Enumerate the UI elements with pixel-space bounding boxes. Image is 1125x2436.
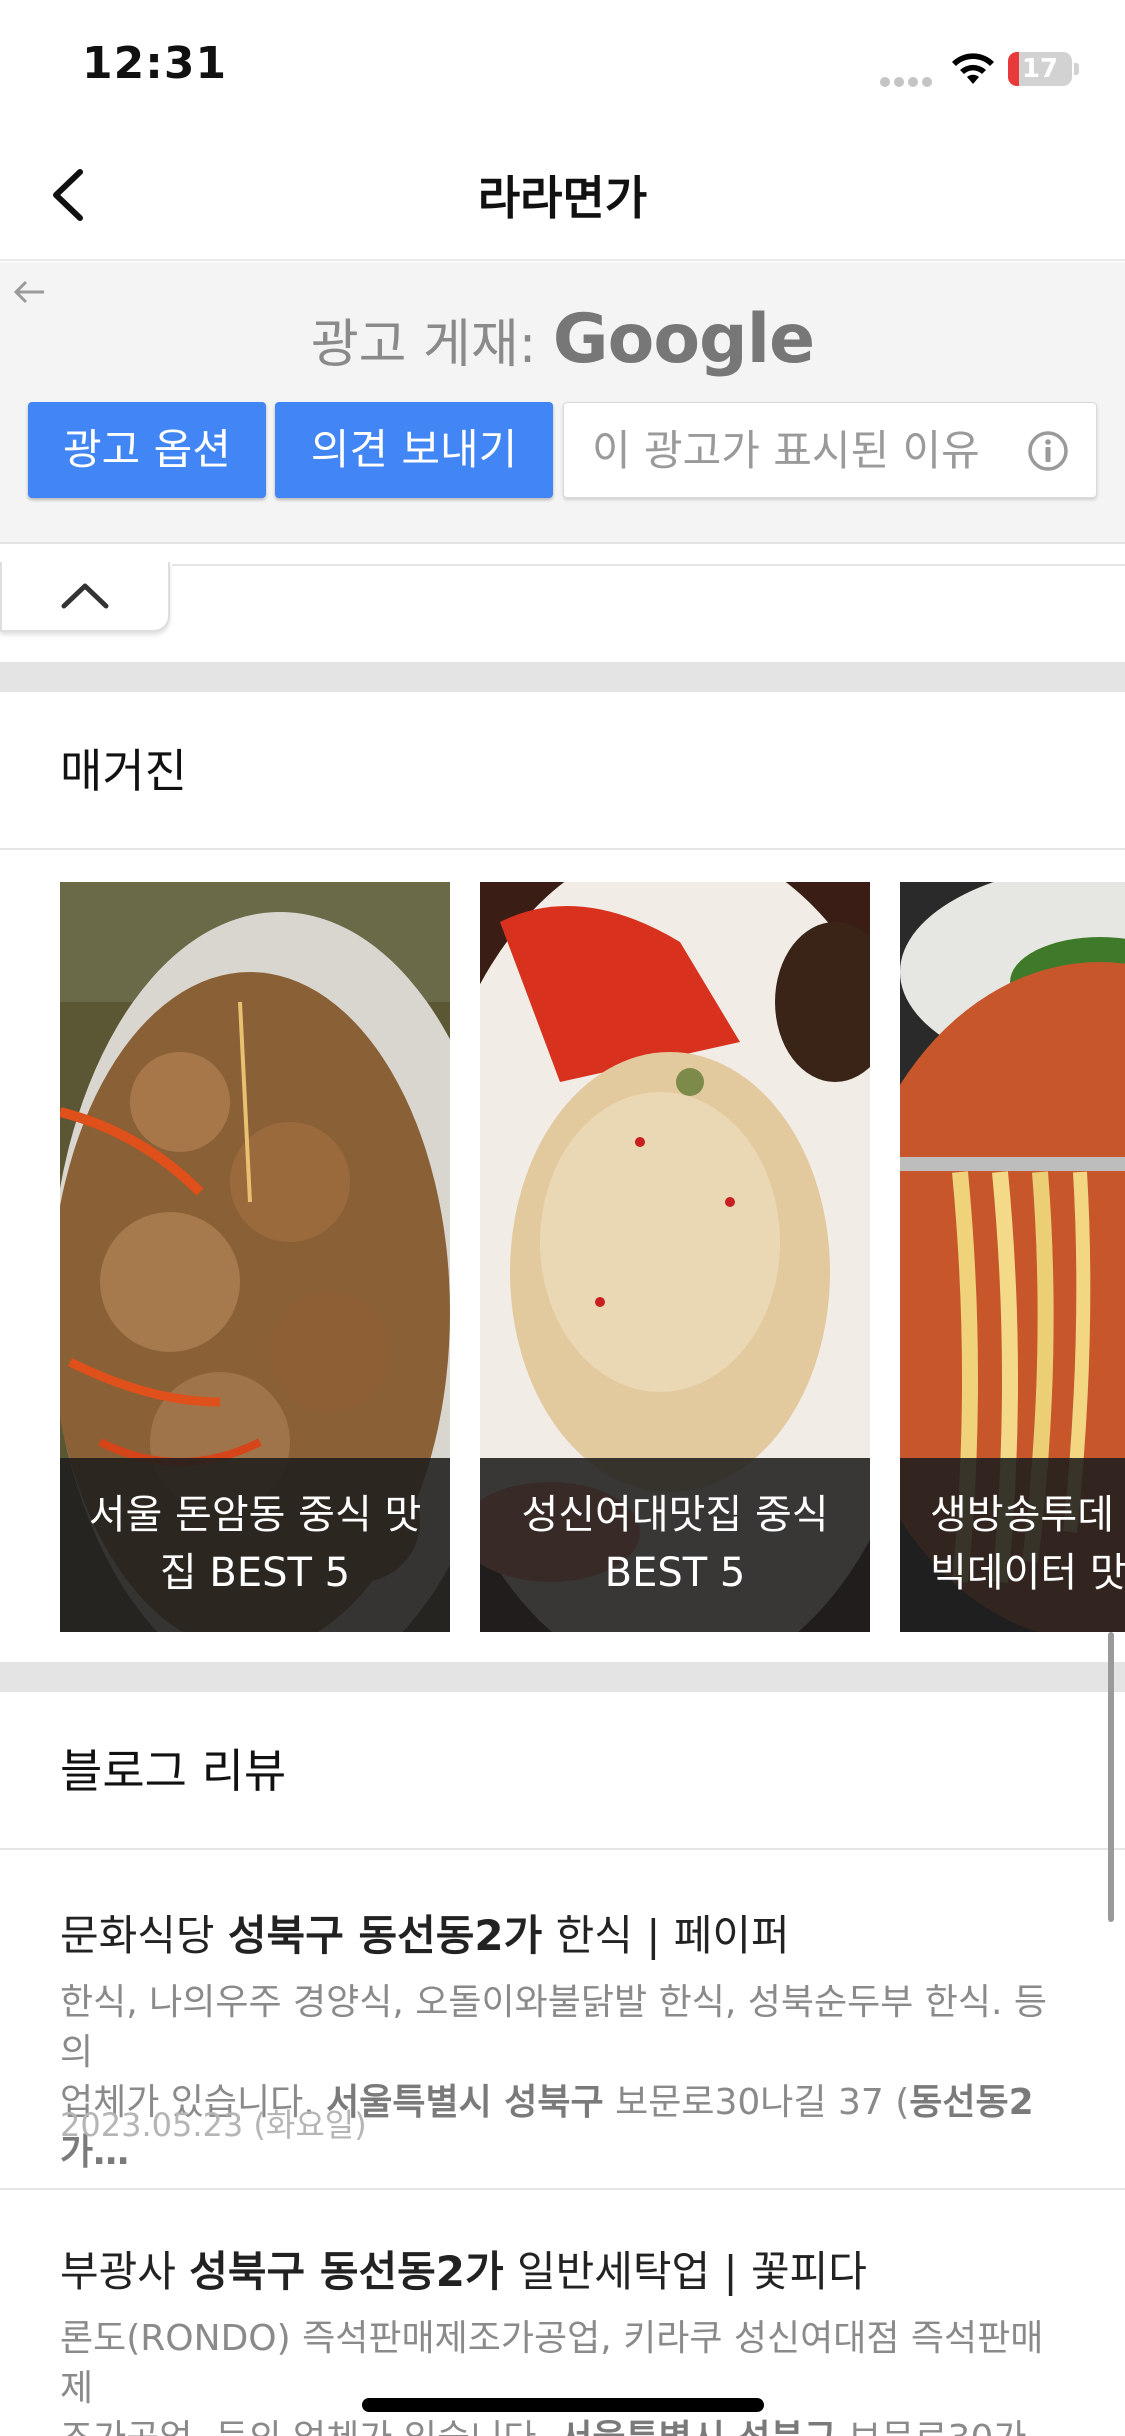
section-divider	[0, 1662, 1125, 1692]
blog-review-description: 론도(RONDO) 즉석판매제조가공업, 키라쿠 성신여대점 즉석판매제 조가공…	[60, 2314, 1070, 2436]
status-bar: 12:31 17	[0, 0, 1125, 135]
magazine-card-caption: 생방송투데 빅데이터 맛	[900, 1458, 1125, 1632]
blog-review-item[interactable]: 문화식당 성북구 동선동2가 한식 | 페이퍼 한식, 나의우주 경양식, 오돌…	[0, 1852, 1125, 2190]
caption-line: 서울 돈암동 중식 맛	[88, 1492, 422, 1538]
caption-line: BEST 5	[604, 1550, 746, 1596]
magazine-card-caption: 서울 돈암동 중식 맛 집 BEST 5	[60, 1458, 450, 1632]
ad-panel: 광고 게재: Google 광고 옵션 의견 보내기 이 광고가 표시된 이유	[0, 262, 1125, 544]
magazine-card[interactable]: 성신여대맛집 중식 BEST 5	[480, 882, 870, 1632]
blog-section-header: 블로그 리뷰	[0, 1692, 1125, 1850]
google-logo: Google	[552, 300, 815, 379]
home-indicator[interactable]	[362, 2398, 764, 2412]
why-this-ad-button[interactable]: 이 광고가 표시된 이유	[563, 402, 1097, 498]
caption-line: 집 BEST 5	[159, 1550, 351, 1596]
blog-review-title: 문화식당 성북구 동선동2가 한식 | 페이퍼	[60, 1902, 790, 1963]
title-highlight: 성북구 동선동2가	[227, 1911, 543, 1960]
magazine-section-header: 매거진	[0, 692, 1125, 850]
magazine-card[interactable]: 생방송투데 빅데이터 맛	[900, 882, 1125, 1632]
magazine-card[interactable]: 서울 돈암동 중식 맛 집 BEST 5	[60, 882, 450, 1632]
description-line: 조가공업. 등의 업체가 있습니다. 서울특별시 성북구 보문로30가…	[60, 2414, 1070, 2436]
magazine-carousel[interactable]: 서울 돈암동 중식 맛 집 BEST 5 성신여대맛집 중식 BEST 5 생방…	[0, 850, 1125, 1666]
send-feedback-button[interactable]: 의견 보내기	[275, 402, 553, 498]
status-time: 12:31	[82, 38, 228, 89]
title-text: 한식 | 페이퍼	[542, 1911, 790, 1960]
ad-options-button[interactable]: 광고 옵션	[28, 402, 266, 498]
blog-review-description: 한식, 나의우주 경양식, 오돌이와불닭발 한식, 성북순두부 한식. 등의 업…	[60, 1978, 1070, 2178]
ad-provider-label: 광고 게재: Google	[0, 300, 1125, 379]
navigation-bar: 라라면가	[0, 135, 1125, 261]
why-this-ad-label: 이 광고가 표시된 이유	[592, 426, 980, 475]
battery-level: 17	[1021, 54, 1059, 84]
title-text: 문화식당	[60, 1911, 228, 1960]
caption-line: 생방송투데	[930, 1492, 1114, 1538]
collapse-ad-button[interactable]	[0, 562, 170, 632]
page-title: 라라면가	[477, 171, 648, 225]
magazine-card-caption: 성신여대맛집 중식 BEST 5	[480, 1458, 870, 1632]
scroll-indicator[interactable]	[1108, 1632, 1114, 1922]
chevron-up-icon	[61, 583, 109, 609]
ad-provider-prefix: 광고 게재:	[310, 315, 553, 375]
title-text: 일반세탁업 | 꽃피다	[503, 2247, 867, 2296]
section-divider	[0, 662, 1125, 692]
caption-line: 빅데이터 맛	[930, 1550, 1125, 1596]
info-icon	[1028, 431, 1068, 471]
wifi-icon	[952, 53, 994, 84]
blog-title: 블로그 리뷰	[60, 1744, 287, 1798]
description-line: 한식, 나의우주 경양식, 오돌이와불닭발 한식, 성북순두부 한식. 등의	[60, 1982, 1047, 2073]
caption-line: 성신여대맛집 중식	[521, 1492, 829, 1538]
blog-review-title: 부광사 성북구 동선동2가 일반세탁업 | 꽃피다	[60, 2238, 867, 2299]
title-highlight: 성북구 동선동2가	[189, 2247, 504, 2296]
ad-collapse-strip	[0, 546, 1125, 664]
blog-review-date: 2023.05.23 (화요일)	[60, 2106, 367, 2144]
title-text: 부광사	[60, 2247, 190, 2296]
cellular-signal-icon	[880, 72, 936, 87]
battery-icon: 17	[1008, 52, 1079, 86]
magazine-title: 매거진	[60, 744, 187, 798]
